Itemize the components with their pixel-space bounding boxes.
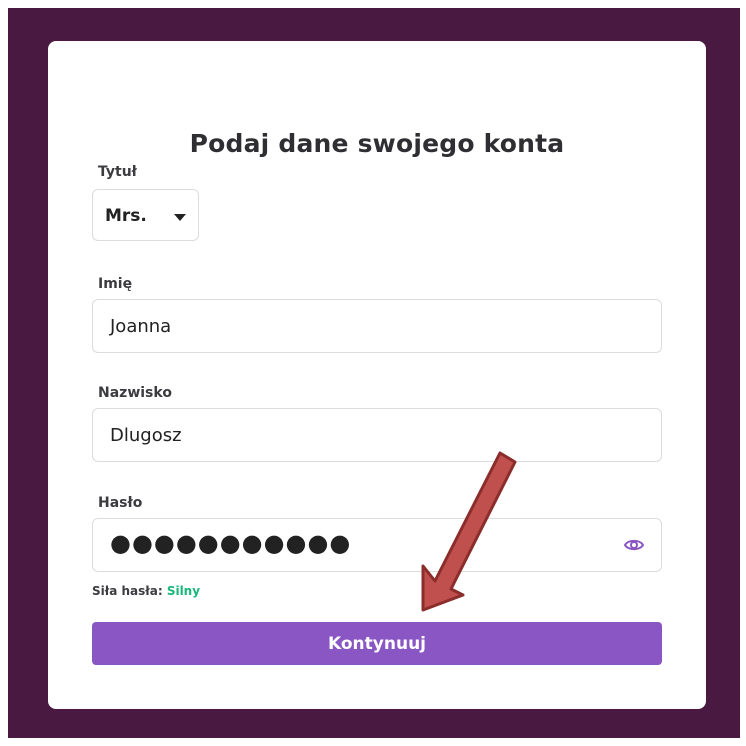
first-name-value: Joanna [110, 316, 172, 337]
continue-button[interactable]: Kontynuuj [92, 622, 662, 665]
last-name-label: Nazwisko [98, 385, 172, 401]
password-label: Hasło [98, 495, 143, 511]
password-value: ●●●●●●●●●●● [110, 529, 352, 557]
password-strength: Siła hasła: Silny [92, 584, 200, 598]
eye-icon[interactable] [624, 537, 644, 553]
title-select[interactable]: Mrs. [92, 189, 199, 241]
password-strength-label: Siła hasła: [92, 584, 163, 598]
account-form-card: Podaj dane swojego konta Tytuł Mrs. Imię… [48, 41, 706, 709]
first-name-field[interactable]: Joanna [92, 299, 662, 353]
last-name-field[interactable]: Dlugosz [92, 408, 662, 462]
caret-down-icon [174, 214, 186, 221]
last-name-value: Dlugosz [110, 425, 182, 446]
first-name-label: Imię [98, 276, 133, 292]
password-strength-value: Silny [166, 584, 201, 598]
title-label: Tytuł [98, 164, 137, 180]
password-field[interactable]: ●●●●●●●●●●● [92, 518, 662, 572]
title-select-value: Mrs. [105, 206, 147, 226]
page-title: Podaj dane swojego konta [189, 129, 565, 158]
